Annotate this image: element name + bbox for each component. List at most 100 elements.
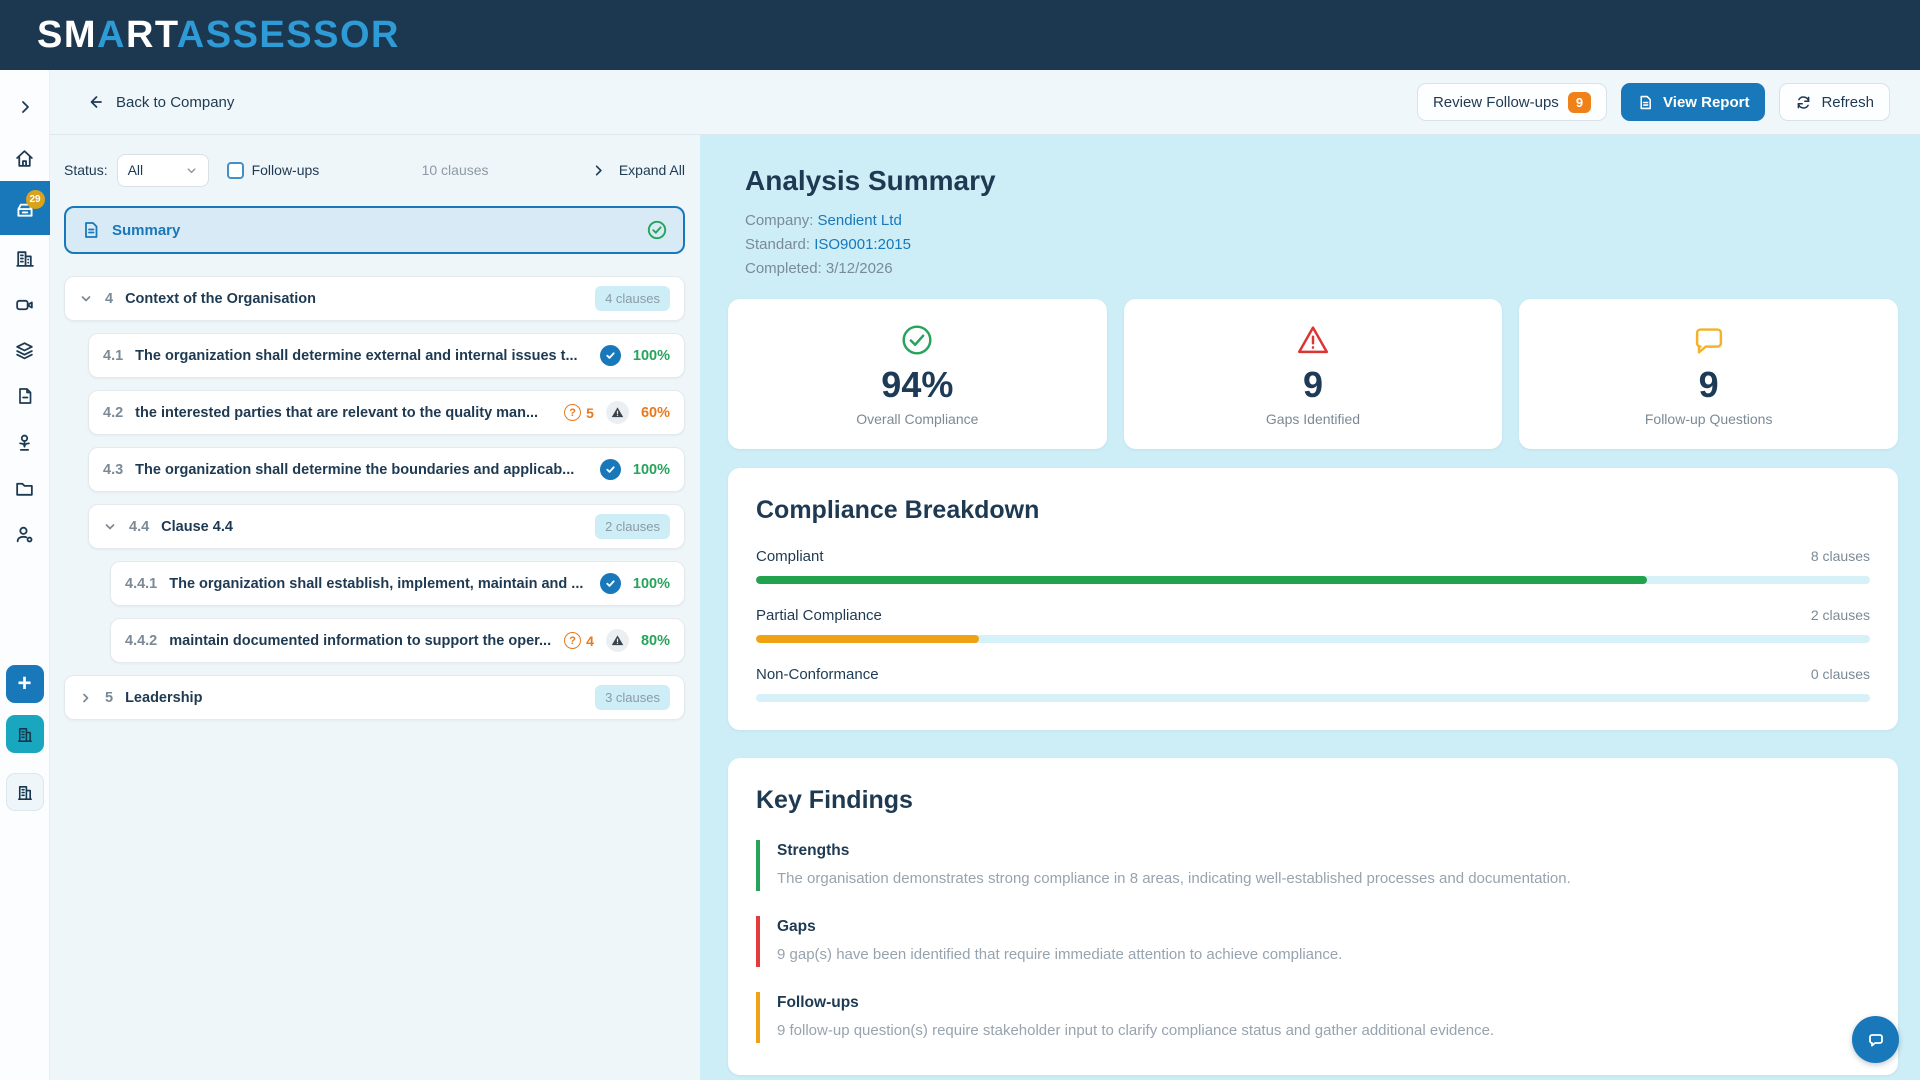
question-count: 4	[586, 633, 594, 649]
expand-all-button[interactable]: Expand All	[591, 162, 685, 178]
home-icon	[14, 148, 35, 169]
clause-title: The organization shall determine externa…	[135, 348, 588, 364]
expand-all-label: Expand All	[619, 162, 685, 178]
clause-number: 4.3	[103, 462, 123, 478]
clause-row[interactable]: 4.2 the interested parties that are rele…	[88, 390, 685, 435]
chevron-down-icon[interactable]	[103, 520, 117, 534]
breakdown-label: Compliant	[756, 548, 824, 565]
clause-title: The organization shall establish, implem…	[169, 576, 588, 592]
warning-triangle-icon	[606, 401, 629, 424]
add-button[interactable]: +	[6, 665, 44, 703]
finding-text: 9 follow-up question(s) require stakehol…	[777, 1022, 1870, 1039]
breakdown-label: Partial Compliance	[756, 607, 882, 624]
breakdown-label: Non-Conformance	[756, 666, 879, 683]
breakdown-row-compliant: Compliant 8 clauses	[756, 548, 1870, 584]
progress-track	[756, 576, 1870, 584]
clause-title: The organization shall determine the bou…	[135, 462, 588, 478]
clause-number: 4.4.2	[125, 633, 157, 649]
stat-value: 9	[1303, 367, 1323, 403]
followup-questions-indicator: ? 4	[564, 632, 594, 649]
chevron-right-icon	[591, 163, 606, 178]
status-select[interactable]: All	[117, 154, 209, 187]
clause-row[interactable]: 4.4.2 maintain documented information to…	[110, 618, 685, 663]
summary-row[interactable]: Summary	[64, 206, 685, 254]
sidebar-item-video[interactable]	[0, 281, 50, 327]
stat-card-followup-questions: 9 Follow-up Questions	[1519, 299, 1898, 449]
status-select-value: All	[128, 162, 185, 178]
sidebar-item-users[interactable]	[0, 511, 50, 557]
company-line: Company: Sendient Ltd	[745, 209, 1898, 233]
key-findings-card: Key Findings Strengths The organisation …	[728, 758, 1898, 1075]
clause-count-badge: 2 clauses	[595, 514, 670, 539]
clause-title: Leadership	[125, 690, 583, 706]
building-icon	[14, 248, 35, 269]
company-label: Company:	[745, 212, 813, 229]
standard-line: Standard: ISO9001:2015	[745, 233, 1898, 257]
logo-part: A	[97, 14, 126, 56]
assessments-count-badge: 29	[26, 190, 45, 209]
compliance-percent: 80%	[641, 633, 670, 649]
stat-card-overall-compliance: 94% Overall Compliance	[728, 299, 1107, 449]
standard-label: Standard:	[745, 236, 810, 253]
progress-track	[756, 694, 1870, 702]
clause-number: 4.1	[103, 348, 123, 364]
sidebar-bottom-actions: +	[6, 665, 44, 811]
finding-gaps: Gaps 9 gap(s) have been identified that …	[756, 916, 1870, 967]
view-report-label: View Report	[1663, 94, 1749, 111]
sidebar-item-folders[interactable]	[0, 465, 50, 511]
chevron-down-icon[interactable]	[79, 292, 93, 306]
sidebar-item-assessments[interactable]: 29	[0, 181, 50, 235]
refresh-icon	[1795, 94, 1812, 111]
clause-section-row[interactable]: 5 Leadership 3 clauses	[64, 675, 685, 720]
finding-heading: Follow-ups	[777, 994, 1870, 1012]
sidebar-item-interviews[interactable]	[0, 419, 50, 465]
finding-text: The organisation demonstrates strong com…	[777, 870, 1870, 887]
refresh-label: Refresh	[1821, 94, 1874, 111]
office-building-icon	[15, 783, 34, 802]
compliance-percent: 60%	[641, 405, 670, 421]
breakdown-count: 8 clauses	[1811, 548, 1870, 564]
stat-label: Overall Compliance	[856, 411, 978, 427]
stat-value: 94%	[881, 367, 953, 403]
clause-count-badge: 4 clauses	[595, 286, 670, 311]
refresh-button[interactable]: Refresh	[1779, 83, 1890, 121]
clause-row[interactable]: 4.1 The organization shall determine ext…	[88, 333, 685, 378]
check-circle-icon	[898, 321, 936, 359]
sidebar-item-companies[interactable]	[0, 235, 50, 281]
document-icon	[15, 386, 35, 406]
finding-text: 9 gap(s) have been identified that requi…	[777, 946, 1870, 963]
followup-questions-indicator: ? 5	[564, 404, 594, 421]
clause-subsection-row[interactable]: 4.4 Clause 4.4 2 clauses	[88, 504, 685, 549]
app-header: SMARTASSESSOR	[0, 0, 1920, 70]
back-to-company-link[interactable]: Back to Company	[86, 93, 234, 111]
clause-row[interactable]: 4.3 The organization shall determine the…	[88, 447, 685, 492]
completed-line: Completed: 3/12/2026	[745, 257, 1898, 281]
compliance-breakdown-card: Compliance Breakdown Compliant 8 clauses…	[728, 468, 1898, 730]
sidebar-item-home[interactable]	[0, 135, 50, 181]
chevron-right-icon[interactable]	[79, 691, 93, 705]
sidebar-item-documents[interactable]	[0, 373, 50, 419]
breakdown-count: 2 clauses	[1811, 607, 1870, 623]
review-followups-button[interactable]: Review Follow-ups 9	[1417, 83, 1607, 121]
finding-heading: Gaps	[777, 918, 1870, 936]
followups-checkbox[interactable]	[227, 162, 244, 179]
complete-check-icon	[600, 345, 621, 366]
smartassessor-logo: SMARTASSESSOR	[37, 16, 400, 54]
clause-title: maintain documented information to suppo…	[169, 633, 552, 649]
plus-icon: +	[17, 672, 31, 696]
sidebar-item-layers[interactable]	[0, 327, 50, 373]
stat-label: Follow-up Questions	[1645, 411, 1773, 427]
view-report-button[interactable]: View Report	[1621, 83, 1765, 121]
sidebar-expand-button[interactable]	[0, 87, 50, 127]
clause-section-row[interactable]: 4 Context of the Organisation 4 clauses	[64, 276, 685, 321]
clause-number: 4.2	[103, 405, 123, 421]
chat-button[interactable]	[1852, 1016, 1899, 1063]
office-action-button[interactable]	[6, 773, 44, 811]
clause-filter-row: Status: All Follow-ups 10 clauses Expand…	[64, 150, 685, 190]
clause-count-badge: 3 clauses	[595, 685, 670, 710]
clause-row[interactable]: 4.4.1 The organization shall establish, …	[110, 561, 685, 606]
summary-document-icon	[81, 220, 101, 240]
office-action-button-active[interactable]	[6, 715, 44, 753]
review-followups-label: Review Follow-ups	[1433, 94, 1559, 111]
folder-icon	[14, 478, 35, 499]
